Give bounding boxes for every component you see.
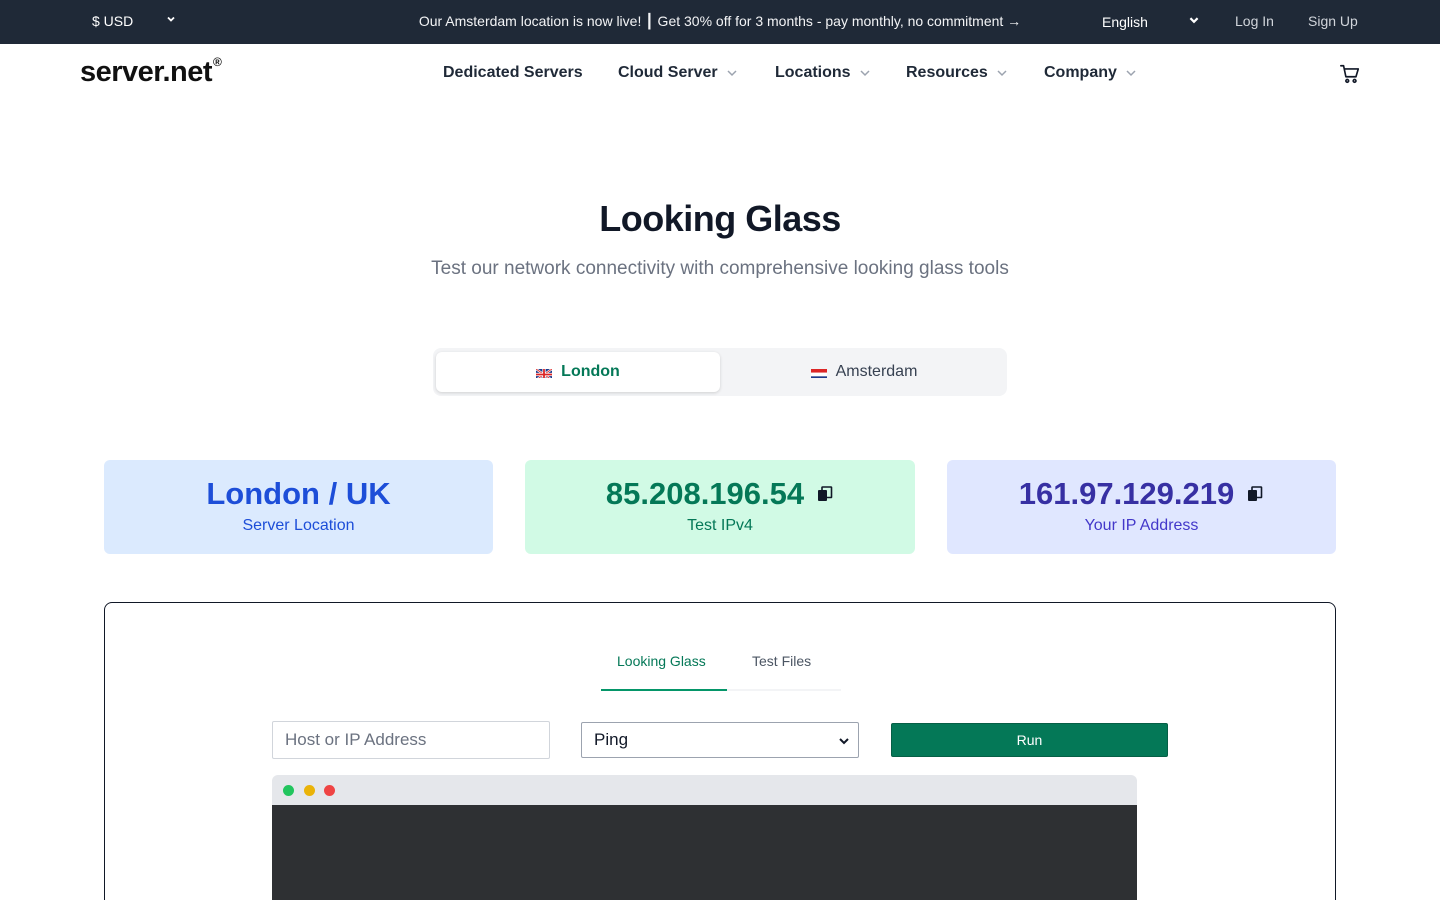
main-nav: Dedicated Servers Cloud Server Locations… <box>0 64 1440 86</box>
shopping-cart-icon[interactable] <box>1339 63 1361 85</box>
test-ipv4-label: Test IPv4 <box>687 517 753 534</box>
copy-icon[interactable] <box>1246 485 1264 503</box>
tab-amsterdam[interactable]: Amsterdam <box>722 352 1006 392</box>
chevron-down-icon <box>727 70 737 77</box>
active-tab-indicator <box>601 689 727 691</box>
yellow-dot-icon <box>304 785 315 796</box>
method-selected-value: Ping <box>594 730 629 749</box>
tab-london[interactable]: London <box>436 352 720 392</box>
tab-looking-glass[interactable]: Looking Glass <box>617 653 706 669</box>
nav-item-label: Locations <box>775 64 851 81</box>
nav-item-locations[interactable]: Locations <box>775 64 871 82</box>
uk-flag-icon <box>536 367 553 378</box>
announcement-bar: $ USD Our Amsterdam location is now live… <box>0 0 1440 44</box>
run-button[interactable]: Run <box>891 723 1168 757</box>
nav-item-dedicated-servers[interactable]: Dedicated Servers <box>443 64 583 82</box>
looking-glass-panel: Looking Glass Test Files Ping Run <box>104 602 1336 900</box>
your-ip-card: 161.97.129.219 Your IP Address <box>947 460 1336 554</box>
announcement-text[interactable]: Our Amsterdam location is now live! ┃ Ge… <box>0 13 1440 30</box>
server-location-label: Server Location <box>242 517 355 534</box>
terminal-titlebar <box>272 775 1137 805</box>
nav-item-company[interactable]: Company <box>1044 64 1137 82</box>
language-selector[interactable]: English <box>1102 14 1148 30</box>
tab-test-files[interactable]: Test Files <box>752 653 811 669</box>
nav-item-resources[interactable]: Resources <box>906 64 1008 82</box>
terminal-output <box>272 775 1137 900</box>
signup-link[interactable]: Sign Up <box>1308 13 1358 29</box>
chevron-down-icon <box>839 738 849 745</box>
terminal-screen <box>272 805 1137 900</box>
nav-item-label: Dedicated Servers <box>443 64 583 81</box>
nl-flag-icon <box>810 367 827 378</box>
chevron-down-icon <box>1189 17 1199 24</box>
page-subtitle: Test our network connectivity with compr… <box>431 258 1009 279</box>
server-location-value: London / UK <box>206 476 391 511</box>
tab-label: London <box>561 363 620 380</box>
tab-label: Amsterdam <box>835 363 918 380</box>
test-ipv4-card: 85.208.196.54 Test IPv4 <box>525 460 915 554</box>
nav-item-label: Resources <box>906 64 988 81</box>
test-ipv4-value: 85.208.196.54 <box>605 476 805 511</box>
method-select[interactable]: Ping <box>581 722 859 758</box>
your-ip-label: Your IP Address <box>1084 517 1199 534</box>
page-title: Looking Glass <box>599 198 841 239</box>
nav-item-cloud-server[interactable]: Cloud Server <box>618 64 738 82</box>
server-location-card: London / UK Server Location <box>104 460 493 554</box>
location-tabs: London Amsterdam <box>433 348 1007 396</box>
chevron-down-icon <box>997 70 1007 77</box>
copy-icon[interactable] <box>816 485 834 503</box>
tool-tabs: Looking Glass Test Files <box>601 641 841 691</box>
host-input[interactable] <box>272 721 550 759</box>
chevron-down-icon <box>860 70 870 77</box>
nav-item-label: Cloud Server <box>618 64 718 81</box>
nav-item-label: Company <box>1044 64 1117 81</box>
green-dot-icon <box>283 785 294 796</box>
your-ip-value: 161.97.129.219 <box>1018 476 1235 511</box>
red-dot-icon <box>324 785 335 796</box>
login-link[interactable]: Log In <box>1235 13 1274 29</box>
chevron-down-icon <box>1126 70 1136 77</box>
